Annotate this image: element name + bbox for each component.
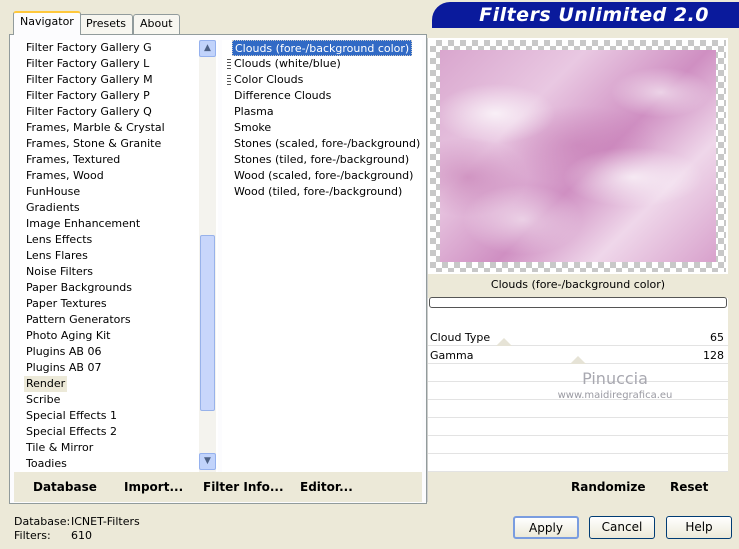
grip-icon [227, 75, 231, 85]
category-item[interactable]: Pattern Generators [26, 312, 131, 328]
category-item[interactable]: Frames, Marble & Crystal [26, 120, 165, 136]
category-list[interactable]: Filter Factory Gallery G Filter Factory G… [20, 40, 218, 472]
category-item[interactable]: Toadies [26, 456, 67, 472]
progress-bar [429, 297, 727, 308]
tab-presets[interactable]: Presets [79, 14, 134, 34]
category-item[interactable]: Filter Factory Gallery P [26, 88, 150, 104]
filter-item[interactable]: Clouds (white/blue) [234, 56, 341, 72]
grip-icon [227, 59, 231, 69]
left-toolbar: Database Import... Filter Info... Editor… [14, 472, 422, 502]
database-label: Database: [14, 515, 71, 528]
category-item[interactable]: Frames, Stone & Granite [26, 136, 161, 152]
category-scrollbar[interactable]: ▲ ▼ [199, 40, 216, 472]
tab-navigator[interactable]: Navigator [13, 11, 81, 35]
filter-item[interactable]: Difference Clouds [234, 88, 331, 104]
category-item[interactable]: Filter Factory Gallery G [26, 40, 152, 56]
apply-button[interactable]: Apply [513, 516, 579, 539]
category-item[interactable]: Filter Factory Gallery Q [26, 104, 152, 120]
reset-button[interactable]: Reset [670, 480, 708, 494]
slider-knob[interactable] [496, 338, 512, 346]
filter-item[interactable]: Wood (scaled, fore-/background) [234, 168, 413, 184]
filter-item[interactable]: Stones (scaled, fore-/background) [234, 136, 420, 152]
category-item[interactable]: Filter Factory Gallery M [26, 72, 153, 88]
category-item[interactable]: Paper Textures [26, 296, 107, 312]
param-value: 65 [710, 331, 724, 344]
category-item[interactable]: Paper Backgrounds [26, 280, 132, 296]
category-item[interactable]: Frames, Textured [26, 152, 120, 168]
category-item[interactable]: Special Effects 2 [26, 424, 117, 440]
editor-button[interactable]: Editor... [300, 480, 353, 494]
category-item[interactable]: Lens Flares [26, 248, 88, 264]
watermark-name: Pinuccia [582, 369, 648, 388]
param-label: Gamma [430, 349, 474, 362]
category-item[interactable]: Image Enhancement [26, 216, 140, 232]
chevron-up-icon[interactable]: ▲ [199, 40, 216, 57]
param-empty [428, 436, 728, 454]
filter-info-button[interactable]: Filter Info... [203, 480, 284, 494]
database-value: ICNET-Filters [71, 515, 140, 528]
category-item[interactable]: Scribe [26, 392, 60, 408]
randomize-button[interactable]: Randomize [571, 480, 645, 494]
category-item[interactable]: Plugins AB 07 [26, 360, 101, 376]
param-empty [428, 418, 728, 436]
category-item[interactable]: Special Effects 1 [26, 408, 117, 424]
param-value: 128 [703, 349, 724, 362]
filter-item[interactable]: Clouds (fore-/background color) [232, 40, 413, 56]
param-cloud-type[interactable]: Cloud Type 65 [428, 328, 728, 346]
filter-item[interactable]: Plasma [234, 104, 274, 120]
preview-image [440, 50, 716, 262]
category-item[interactable]: Lens Effects [26, 232, 92, 248]
filters-value: 610 [71, 529, 92, 542]
category-item[interactable]: Tile & Mirror [26, 440, 93, 456]
filter-item[interactable]: Stones (tiled, fore-/background) [234, 152, 409, 168]
filters-label: Filters: [14, 529, 51, 542]
chevron-down-icon[interactable]: ▼ [199, 453, 216, 470]
category-item[interactable]: Filter Factory Gallery L [26, 56, 149, 72]
category-item[interactable]: Noise Filters [26, 264, 93, 280]
right-toolbar: Randomize Reset [428, 472, 728, 502]
filter-list[interactable]: Clouds (fore-/background color) Clouds (w… [222, 40, 422, 472]
param-empty [428, 454, 728, 472]
slider-knob[interactable] [570, 356, 586, 364]
param-empty [428, 400, 728, 418]
app-title-banner: Filters Unlimited 2.0 [432, 2, 739, 28]
filter-item[interactable]: Wood (tiled, fore-/background) [234, 184, 402, 200]
import-button[interactable]: Import... [124, 480, 183, 494]
filter-item[interactable]: Color Clouds [234, 72, 303, 88]
database-button[interactable]: Database [33, 480, 97, 494]
category-item[interactable]: Frames, Wood [26, 168, 104, 184]
tab-about[interactable]: About [133, 14, 180, 34]
param-gamma[interactable]: Gamma 128 [428, 346, 728, 364]
watermark-url: www.maidiregrafica.eu [557, 390, 673, 401]
param-label: Cloud Type [430, 331, 491, 344]
category-item[interactable]: Plugins AB 06 [26, 344, 101, 360]
cancel-button[interactable]: Cancel [589, 516, 655, 539]
scrollbar-thumb[interactable] [200, 235, 215, 411]
category-item[interactable]: FunHouse [26, 184, 80, 200]
category-item[interactable]: Render [24, 376, 68, 392]
filter-item[interactable]: Smoke [234, 120, 271, 136]
help-button[interactable]: Help [666, 516, 732, 539]
category-item[interactable]: Gradients [26, 200, 80, 216]
preview-caption: Clouds (fore-/background color) [428, 274, 728, 298]
category-item[interactable]: Photo Aging Kit [26, 328, 110, 344]
